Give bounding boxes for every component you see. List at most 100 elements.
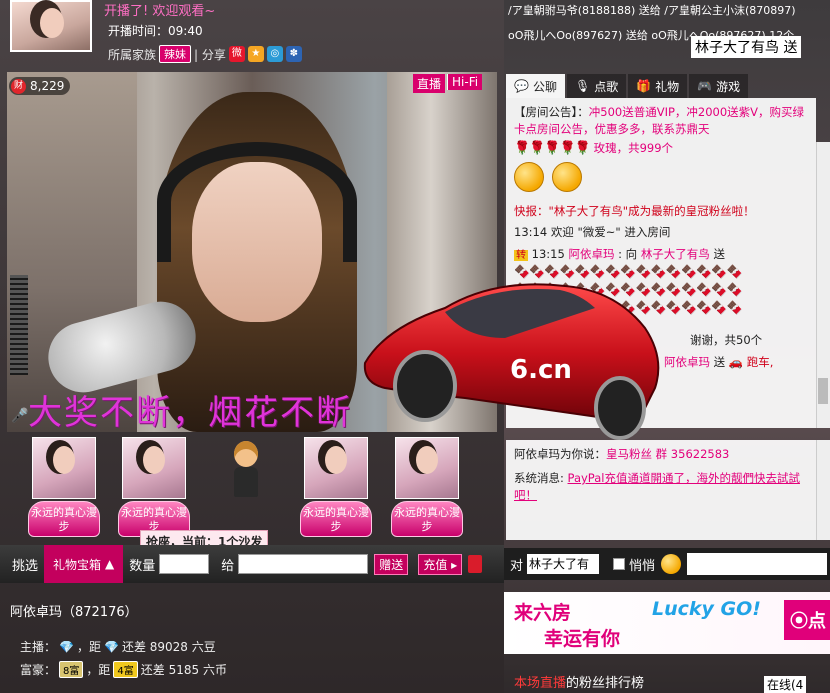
whisper-label: 悄悄: [629, 558, 656, 574]
headphone-shape: [157, 142, 357, 262]
host-level-mid: ，距: [76, 640, 101, 654]
online-count[interactable]: 在线(4: [764, 676, 807, 693]
love-face-icon: [514, 162, 544, 192]
chat-welcome: 13:14 欢迎 "微爱~" 进入房间: [514, 224, 810, 241]
volume-meter[interactable]: [10, 275, 28, 375]
system-chat-box[interactable]: 阿依卓玛为你说：皇马粉丝 群 35622583 系统消息: PayPal充值通道…: [506, 440, 816, 540]
start-time: 开播时间：09:40: [108, 24, 203, 38]
tab-label: 点歌: [594, 79, 619, 94]
chat-time: 13:14: [514, 225, 548, 239]
microphone-icon: 🎙: [574, 79, 591, 93]
emoji-icon[interactable]: [661, 554, 682, 574]
gift-box-label: 礼物宝箱: [53, 557, 102, 572]
give-button[interactable]: 赠送: [374, 553, 409, 575]
triangle-up-icon: ▲: [105, 557, 115, 571]
host-level-label: 主播：: [20, 640, 57, 654]
rich-badge-next: 4富: [113, 661, 138, 678]
host-info: 阿依卓玛（872176） 主播： 💎 ，距 💎 还差 89028 六豆 富豪： …: [0, 583, 504, 693]
rich-badge-current: 8富: [59, 661, 84, 678]
host-name[interactable]: 阿依卓玛（872176）: [10, 601, 138, 620]
host-avatar[interactable]: [10, 0, 92, 52]
gift-box-dropdown[interactable]: 礼物宝箱 ▲: [44, 545, 124, 583]
sofa-label: 永远的真心漫步: [28, 501, 100, 537]
sofa-avatar: [122, 437, 186, 499]
announce-label: 【房间公告】：: [514, 105, 589, 119]
ad-lucky: Lucky GO!: [652, 598, 761, 620]
gamepad-icon: 🎮: [697, 79, 713, 93]
diamond-next-icon: 💎: [103, 639, 119, 654]
hifi-button[interactable]: Hi-Fi: [447, 74, 483, 90]
chibi-body: [234, 467, 258, 497]
roses-text: 玫瑰，共999个: [593, 141, 674, 155]
family-row: 所属家族 辣妹 | 分享 微 ★ ◎ ✽: [108, 45, 302, 63]
smile-face-icon: [551, 162, 582, 192]
message-input[interactable]: [687, 553, 828, 575]
record-icon: ⦿: [790, 611, 808, 632]
welcome-text: 欢迎 "微爱~" 进入房间: [550, 225, 671, 239]
family-badge[interactable]: 辣妹: [159, 45, 192, 63]
recipient-label: 给: [221, 558, 235, 574]
sofa-avatar: [32, 437, 96, 499]
gift-icon: 🎁: [636, 79, 652, 93]
tab-label: 游戏: [716, 79, 741, 94]
quantity-label: 数量: [129, 558, 156, 574]
live-banner: 开播了! 欢迎观看~: [104, 4, 216, 19]
red-packet-icon[interactable]: [468, 555, 483, 573]
car-send: 送: [713, 355, 726, 369]
recipient-input[interactable]: [238, 554, 369, 574]
sofa-seat[interactable]: 永远的真心漫步: [118, 437, 190, 537]
rich-level-rest: 还差 5185 六币: [140, 663, 227, 677]
chat-announcement: 【房间公告】：冲500送普通VIP，冲2000送紫V，购买绿卡点房间公告，优惠多…: [514, 104, 810, 138]
system-scrollbar[interactable]: [816, 440, 830, 540]
gift-bar: 挑选 礼物宝箱 ▲ 数量 给 赠送 充值 ▸: [0, 545, 504, 583]
qzone-icon[interactable]: ★: [247, 46, 264, 62]
car-wheel-rear: [594, 376, 646, 440]
charge-button[interactable]: 充值 ▸: [418, 553, 463, 575]
rich-level-mid: ，距: [86, 663, 111, 677]
gift-sender[interactable]: 阿依卓玛: [568, 247, 614, 261]
weibo-icon[interactable]: 微: [228, 46, 245, 62]
target-label: 对: [510, 558, 524, 574]
target-select[interactable]: 林子大了有: [527, 554, 600, 574]
baidu-icon[interactable]: ✽: [285, 46, 302, 62]
transfer-badge: 转: [514, 250, 528, 261]
wealth-icon: 财: [11, 78, 26, 94]
tab-label: 礼物: [655, 79, 680, 94]
whisper-checkbox[interactable]: [613, 558, 626, 570]
gift-feed: /ア皇朝驸马爷(8188188) 送给 /ア皇朝公主小沫(870897) oO飛…: [508, 0, 830, 70]
quantity-input[interactable]: [159, 554, 210, 574]
rich-level-label: 富豪：: [20, 663, 57, 677]
family-label: 所属家族: [108, 47, 157, 62]
car-name: 跑车,: [746, 355, 774, 369]
tab-song-request[interactable]: 🎙 点歌: [566, 74, 627, 98]
ranking-title[interactable]: 本场直播的粉丝排行榜: [514, 672, 644, 691]
ad-button[interactable]: ⦿ 点: [784, 600, 830, 640]
wealth-value: 8,229: [30, 79, 65, 93]
chat-car-line: 阿依卓玛 送 🚗 跑车,: [664, 354, 814, 371]
tab-label: 公聊: [532, 79, 557, 94]
sports-car-animation: 6.cn: [363, 283, 660, 440]
chat-time: 13:15: [531, 247, 565, 261]
system-message: 系统消息: PayPal充值通道開通了，海外的靓們快去試試吧！: [514, 470, 810, 504]
car-logo-text: 6.cn: [510, 355, 572, 385]
chat-tabs: 💬 公聊 🎙 点歌 🎁 礼物 🎮 游戏: [504, 72, 830, 98]
tab-public-chat[interactable]: 💬 公聊: [506, 74, 565, 98]
video-overlay-text: 大奖不断，烟花不断: [28, 393, 352, 433]
host-level-rest: 还差 89028 六豆: [121, 640, 216, 654]
tab-games[interactable]: 🎮 游戏: [689, 74, 749, 98]
chat-roses: 🌹🌹🌹🌹🌹 玫瑰，共999个: [514, 140, 810, 157]
gift-verb: : 向: [618, 247, 638, 261]
rose-icons: 🌹🌹🌹🌹🌹: [514, 141, 591, 156]
sofa-seat[interactable]: 永远的真心漫步: [28, 437, 100, 537]
chat-gift-line: 转 13:15 阿依卓玛 : 向 林子大了有鸟 送: [514, 246, 810, 264]
tencent-weibo-icon[interactable]: ◎: [266, 46, 283, 62]
car-sender[interactable]: 阿依卓玛: [664, 355, 710, 369]
tab-gifts[interactable]: 🎁 礼物: [628, 74, 688, 98]
chat-scroll-thumb[interactable]: [818, 378, 828, 404]
ranking-title-highlight: 本场直播: [514, 676, 567, 691]
ad-line2: 幸运有你: [544, 628, 621, 650]
pick-label: 挑选: [12, 558, 39, 574]
gift-receiver[interactable]: 林子大了有鸟: [641, 247, 710, 261]
chat-input-bar: 对 林子大了有 悄悄: [504, 548, 830, 580]
microphone-icon[interactable]: 🎤: [11, 408, 28, 424]
